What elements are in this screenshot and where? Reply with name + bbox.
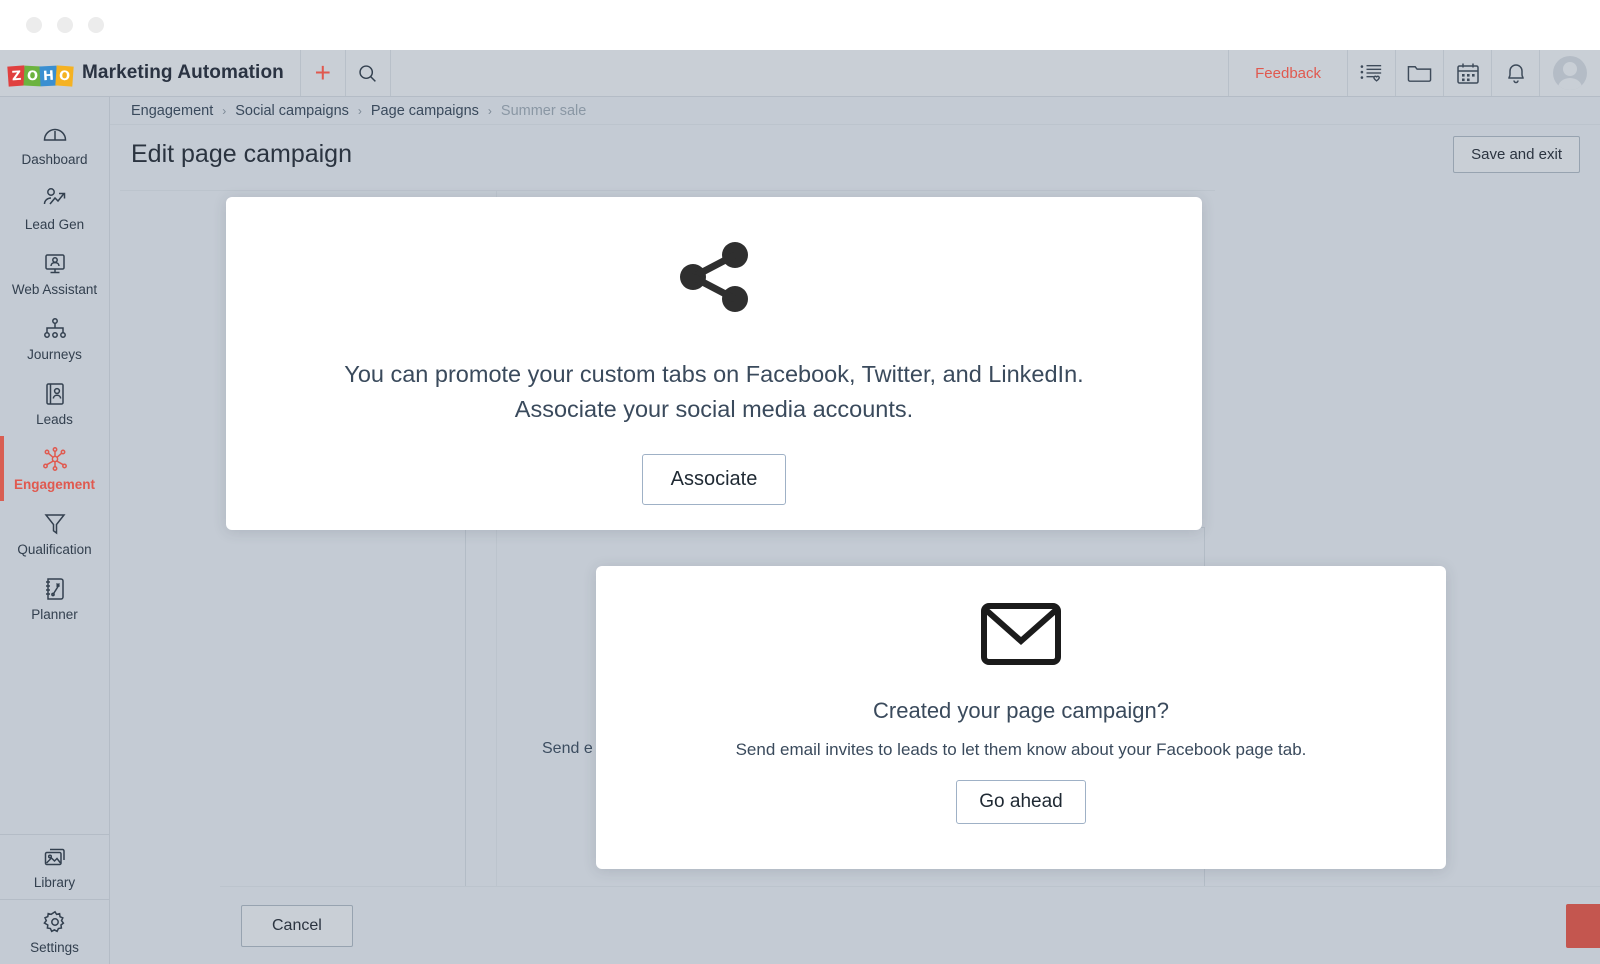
task-list-heart-button[interactable] (1348, 50, 1396, 96)
sidebar-label: Journeys (27, 346, 82, 362)
sidebar-item-lead-gen[interactable]: Lead Gen (0, 176, 109, 241)
window-dot-1[interactable] (26, 17, 42, 33)
search-icon (359, 64, 377, 82)
sidebar-bottom-group: Library Settings (0, 834, 109, 964)
sidebar-label: Engagement (13, 476, 95, 492)
app-topbar: Z O H O Marketing Automation + Feedback (0, 50, 1600, 97)
calendar-icon (1456, 63, 1479, 84)
sidebar-label: Leads (36, 411, 73, 427)
logo-letter-o2: O (55, 65, 74, 87)
associate-button[interactable]: Associate (641, 453, 787, 505)
topbar-spacer (391, 50, 1230, 96)
bell-icon (1507, 64, 1524, 84)
associate-message: You can promote your custom tabs on Face… (344, 357, 1083, 428)
folder-icon (1407, 66, 1432, 82)
hierarchy-icon (42, 316, 68, 342)
gauge-icon (42, 121, 68, 147)
breadcrumb-current: Summer sale (500, 102, 587, 119)
sidebar-item-web-assistant[interactable]: Web Assistant (0, 241, 109, 306)
window-dot-2[interactable] (57, 17, 73, 33)
sidebar-item-settings[interactable]: Settings (0, 899, 109, 964)
breadcrumb-item-social-campaigns[interactable]: Social campaigns (235, 103, 349, 119)
breadcrumb: Engagement › Social campaigns › Page cam… (110, 97, 1600, 125)
feedback-button[interactable]: Feedback (1229, 50, 1348, 96)
sidebar-label: Web Assistant (11, 281, 98, 297)
search-button[interactable] (346, 50, 391, 96)
email-invites-headline: Created your page campaign? (873, 698, 1169, 723)
start-button[interactable]: Start (1566, 903, 1600, 948)
page-header: Edit page campaign Save and exit (110, 125, 1600, 183)
brand-block[interactable]: Z O H O Marketing Automation (0, 50, 301, 96)
gear-icon (42, 909, 68, 935)
sidebar-item-engagement[interactable]: Engagement (0, 436, 109, 501)
sidebar-top-group: Dashboard Lead Gen Web Assistant Journey… (0, 97, 109, 631)
breadcrumb-separator-icon: › (357, 103, 362, 118)
sidebar-label: Lead Gen (24, 216, 85, 232)
envelope-icon (980, 601, 1062, 672)
planner-book-icon (43, 576, 67, 602)
app-window: Z O H O Marketing Automation + Feedback (0, 0, 1600, 964)
associate-message-line2: Associate your social media accounts. (514, 396, 914, 423)
network-node-icon (41, 446, 69, 472)
sidebar-label: Qualification (17, 541, 92, 557)
add-new-button[interactable]: + (301, 50, 346, 96)
sidebar-item-planner[interactable]: Planner (0, 566, 109, 631)
zoho-logo-icon: Z O H O (7, 60, 74, 87)
plus-icon: + (314, 57, 332, 88)
window-titlebar (0, 0, 1600, 50)
breadcrumb-separator-icon: › (487, 103, 492, 118)
images-icon (42, 844, 68, 870)
share-nodes-icon (676, 242, 752, 317)
contact-card-icon (43, 381, 67, 407)
save-and-exit-button[interactable]: Save and exit (1453, 135, 1580, 173)
sidebar-item-qualification[interactable]: Qualification (0, 501, 109, 566)
task-list-heart-icon (1360, 64, 1381, 82)
associate-message-line1: You can promote your custom tabs on Face… (344, 361, 1084, 387)
associate-social-accounts-card: You can promote your custom tabs on Face… (226, 197, 1202, 530)
email-invites-subtext: Send email invites to leads to let them … (735, 740, 1307, 759)
page-title: Edit page campaign (131, 139, 352, 168)
product-name: Marketing Automation (82, 62, 284, 83)
funnel-icon (43, 511, 67, 537)
window-dot-3[interactable] (88, 17, 104, 33)
sidebar-item-journeys[interactable]: Journeys (0, 306, 109, 371)
folder-button[interactable] (1396, 50, 1444, 96)
person-growth-icon (42, 186, 68, 212)
promote-option-text: Send e (542, 740, 593, 757)
calendar-button[interactable] (1444, 50, 1492, 96)
notifications-button[interactable] (1492, 50, 1540, 96)
cancel-button[interactable]: Cancel (241, 904, 353, 947)
go-ahead-button[interactable]: Go ahead (956, 780, 1086, 824)
breadcrumb-separator-icon: › (222, 103, 227, 118)
breadcrumb-item-page-campaigns[interactable]: Page campaigns (371, 103, 479, 119)
sidebar-item-library[interactable]: Library (0, 834, 109, 899)
sidebar-label: Planner (31, 606, 78, 622)
sidebar-label: Library (33, 875, 76, 890)
monitor-user-icon (42, 251, 68, 277)
sidebar-label: Dashboard (21, 151, 88, 167)
user-avatar-button[interactable] (1540, 50, 1600, 96)
sidebar-item-dashboard[interactable]: Dashboard (0, 111, 109, 176)
main-sidebar: Dashboard Lead Gen Web Assistant Journey… (0, 97, 110, 964)
user-avatar-icon (1553, 56, 1587, 90)
email-invites-card: Created your page campaign? Send email i… (596, 566, 1446, 869)
sidebar-label: Settings (30, 940, 79, 955)
sidebar-item-leads[interactable]: Leads (0, 371, 109, 436)
breadcrumb-item-engagement[interactable]: Engagement (131, 103, 213, 119)
action-footer: Cancel Start (220, 886, 1600, 964)
